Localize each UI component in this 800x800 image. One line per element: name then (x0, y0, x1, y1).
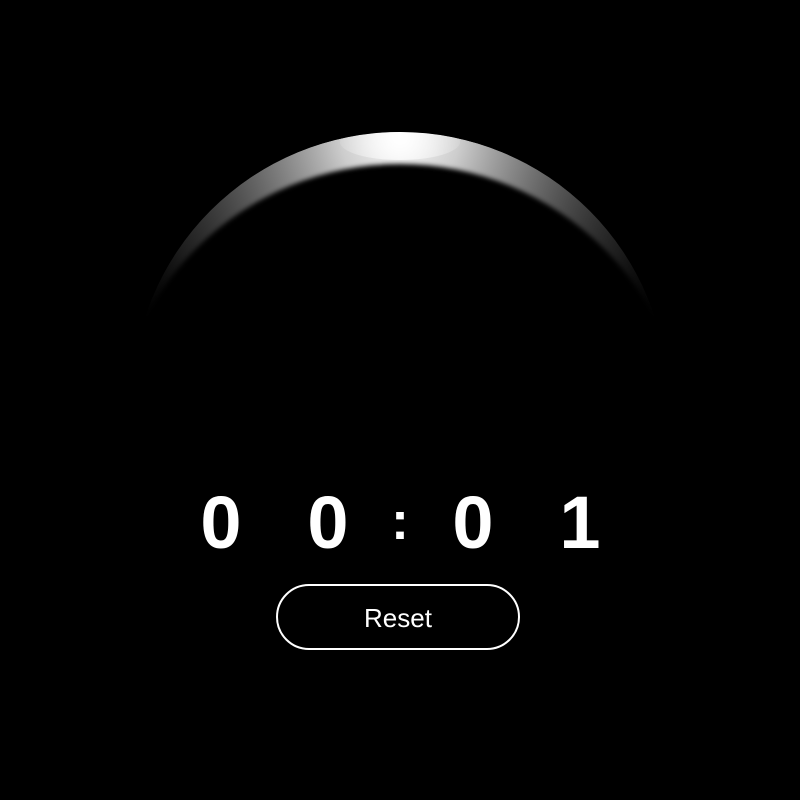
timer-digit-minutes-tens: 0 (200, 481, 242, 564)
timer-digit-minutes-ones: 0 (307, 481, 349, 564)
timer-screen: 0 0 : 0 1 Reset (0, 0, 800, 800)
timer-digit-seconds-tens: 0 (452, 481, 494, 564)
timer-display: 0 0 : 0 1 (0, 478, 800, 568)
timer-separator: : (391, 491, 409, 551)
crescent-planet-icon (132, 132, 668, 400)
reset-button[interactable]: Reset (276, 584, 520, 650)
timer-digit-seconds-ones: 1 (559, 481, 601, 564)
